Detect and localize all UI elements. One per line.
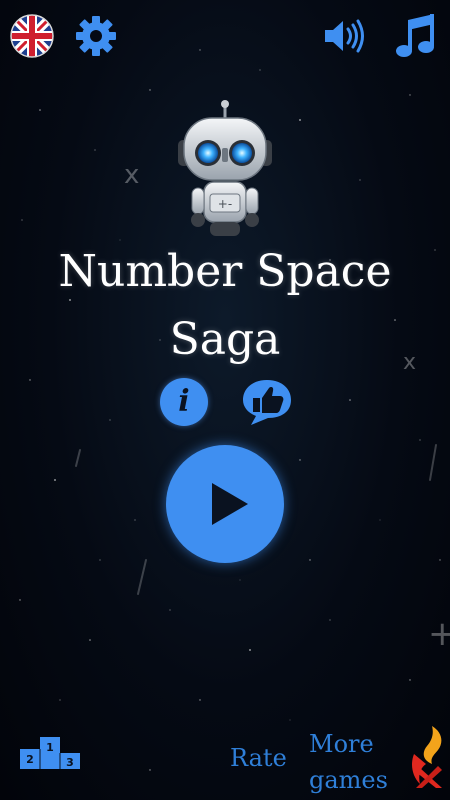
speaker-icon [325, 19, 364, 53]
leaderboard-button[interactable]: 2 1 3 [18, 735, 82, 769]
uk-flag-icon [10, 14, 54, 58]
language-button[interactable] [10, 14, 54, 58]
title-line-2: Saga [169, 314, 281, 365]
robot-icon: +- [178, 100, 272, 236]
background-symbol-plus: + [428, 614, 450, 654]
podium-icon: 2 1 3 [20, 737, 80, 769]
like-button[interactable] [241, 378, 293, 426]
more-games-line-2: games [309, 766, 388, 794]
game-title: Number Space Saga [0, 238, 450, 374]
background-symbol-x: x [124, 160, 140, 190]
more-games-link[interactable]: More games [309, 726, 388, 798]
play-icon [212, 483, 248, 525]
svg-text:+-: +- [218, 197, 232, 211]
info-button[interactable]: i [160, 378, 208, 426]
podium-place-2: 2 [26, 753, 34, 766]
settings-button[interactable] [74, 14, 118, 58]
info-icon: i [178, 384, 190, 419]
gear-icon [76, 16, 116, 56]
title-line-1: Number Space [58, 246, 392, 297]
developer-logo[interactable] [408, 724, 446, 790]
music-toggle[interactable] [394, 12, 438, 60]
podium-place-3: 3 [66, 756, 74, 769]
music-note-icon [396, 14, 434, 57]
developer-logo-icon [412, 726, 442, 788]
rate-link[interactable]: Rate [230, 744, 287, 772]
more-games-line-1: More [309, 730, 374, 758]
thumbs-up-icon [243, 380, 291, 425]
podium-place-1: 1 [46, 741, 54, 754]
play-button[interactable] [166, 445, 284, 563]
sound-toggle[interactable] [322, 14, 366, 58]
robot-mascot: +- [170, 98, 280, 243]
